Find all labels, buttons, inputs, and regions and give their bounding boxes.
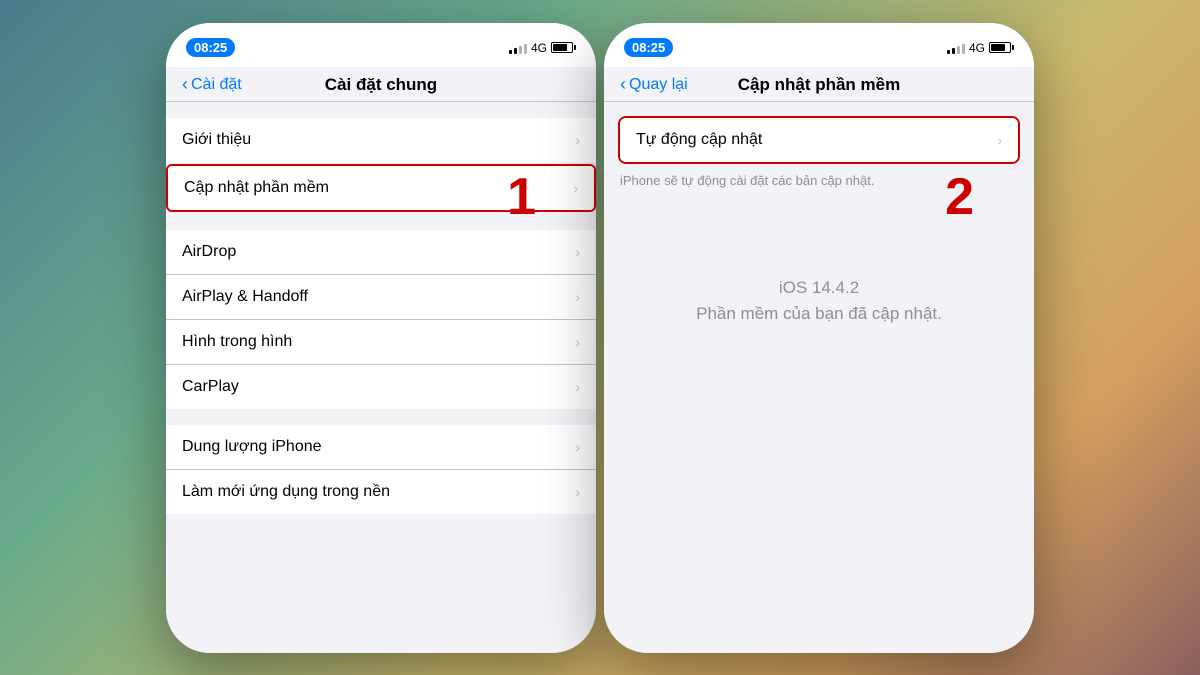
right-battery-tip [1012, 45, 1014, 50]
left-row-airplay-label: AirPlay & Handoff [182, 288, 308, 306]
phones-container: 08:25 4G ‹ Cà [166, 23, 1034, 653]
chevron-carplay: › [575, 379, 580, 395]
chevron-airdrop: › [575, 244, 580, 260]
left-row-carplay-label: CarPlay [182, 378, 239, 396]
bar1 [509, 50, 512, 54]
left-back-arrow: ‹ [182, 74, 188, 95]
right-phone: 08:25 4G ‹ Qu [604, 23, 1034, 653]
chevron-lam-moi: › [575, 484, 580, 500]
bar4 [524, 44, 527, 54]
right-step-number: 2 [945, 167, 974, 227]
chevron-airplay: › [575, 289, 580, 305]
left-phone: 08:25 4G ‹ Cà [166, 23, 596, 653]
left-row-hinh[interactable]: Hình trong hình › [166, 320, 596, 365]
left-back-label: Cài đặt [191, 76, 242, 94]
chevron-hinh: › [575, 334, 580, 350]
left-time: 08:25 [186, 38, 235, 57]
battery-fill [553, 44, 567, 51]
right-signal [947, 42, 965, 54]
left-row-airdrop[interactable]: AirDrop › [166, 230, 596, 275]
bar3 [519, 46, 522, 54]
right-network: 4G [969, 41, 985, 55]
right-nav-title: Cập nhật phần mềm [738, 75, 900, 95]
right-back-label: Quay lại [629, 76, 688, 94]
left-group3: AirDrop › AirPlay & Handoff › Hình trong… [166, 230, 596, 409]
right-status-bar: 08:25 4G [604, 23, 1034, 67]
chevron-gioi-thieu: › [575, 132, 580, 148]
left-row-airplay[interactable]: AirPlay & Handoff › [166, 275, 596, 320]
left-row-gioi-thieu-label: Giới thiệu [182, 131, 251, 149]
left-nav-bar: ‹ Cài đặt Cài đặt chung 1 [166, 67, 596, 102]
right-back-arrow: ‹ [620, 74, 626, 95]
spacer1 [166, 102, 596, 118]
left-nav-title: Cài đặt chung [325, 75, 437, 95]
left-step-number: 1 [507, 167, 536, 227]
left-row-carplay[interactable]: CarPlay › [166, 365, 596, 409]
left-row-gioi-thieu[interactable]: Giới thiệu › [166, 118, 596, 162]
right-row-auto-update[interactable]: Tự động cập nhật › [620, 118, 1018, 162]
left-row-dung-luong-label: Dung lượng iPhone [182, 438, 322, 456]
left-group4: Dung lượng iPhone › Làm mới ứng dụng tro… [166, 425, 596, 514]
rbar4 [962, 44, 965, 54]
battery-body [551, 42, 573, 53]
right-status-icons: 4G [947, 41, 1014, 55]
right-battery-fill [991, 44, 1005, 51]
left-row-hinh-label: Hình trong hình [182, 333, 292, 351]
left-row-dung-luong[interactable]: Dung lượng iPhone › [166, 425, 596, 470]
rbar1 [947, 50, 950, 54]
auto-update-highlighted-wrapper: Tự động cập nhật › [618, 116, 1020, 164]
right-time: 08:25 [624, 38, 673, 57]
right-row-auto-update-label: Tự động cập nhật [636, 131, 762, 149]
version-label: iOS 14.4.2 [779, 278, 859, 298]
chevron-cap-nhat: › [573, 180, 578, 196]
left-signal [509, 42, 527, 54]
update-description: iPhone sẽ tự động cài đặt các bản cập nh… [620, 173, 874, 188]
update-status-label: Phần mềm của bạn đã cập nhật. [696, 304, 942, 324]
left-row-lam-moi-label: Làm mới ứng dụng trong nền [182, 483, 390, 501]
left-row-airdrop-label: AirDrop [182, 243, 236, 261]
left-status-bar: 08:25 4G [166, 23, 596, 67]
left-group1: Giới thiệu › [166, 118, 596, 162]
right-back-button[interactable]: ‹ Quay lại [620, 74, 688, 95]
left-status-icons: 4G [509, 41, 576, 55]
left-network: 4G [531, 41, 547, 55]
right-nav-bar: ‹ Quay lại Cập nhật phần mềm 2 [604, 67, 1034, 102]
rbar2 [952, 48, 955, 54]
chevron-auto-update: › [997, 132, 1002, 148]
right-battery [989, 42, 1014, 53]
bar2 [514, 48, 517, 54]
left-battery [551, 42, 576, 53]
left-row-lam-moi[interactable]: Làm mới ứng dụng trong nền › [166, 470, 596, 514]
right-battery-body [989, 42, 1011, 53]
rbar3 [957, 46, 960, 54]
left-back-button[interactable]: ‹ Cài đặt [182, 74, 242, 95]
chevron-dung-luong: › [575, 439, 580, 455]
spacer3 [166, 409, 596, 425]
left-row-cap-nhat-label: Cập nhật phần mềm [184, 179, 329, 197]
battery-tip [574, 45, 576, 50]
